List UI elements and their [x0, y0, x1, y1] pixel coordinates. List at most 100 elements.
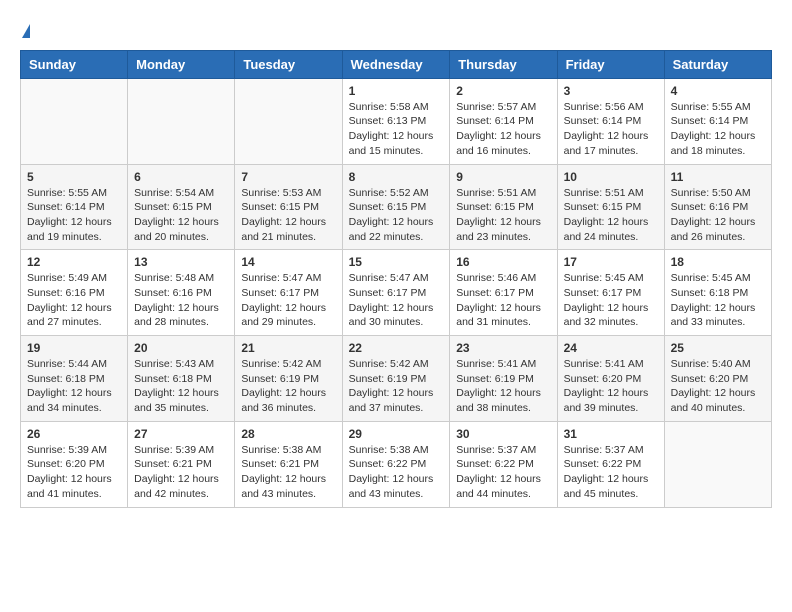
- day-number: 31: [564, 427, 658, 441]
- calendar-cell: 3Sunrise: 5:56 AM Sunset: 6:14 PM Daylig…: [557, 78, 664, 164]
- calendar-cell: 14 Sunrise: 5:47 AM Sunset: 6:17 PM Dayli…: [235, 250, 342, 336]
- day-info: Sunrise: 5:47 AM Sunset: 6:17 PM Dayligh…: [241, 271, 335, 330]
- calendar-cell: 20 Sunrise: 5:43 AM Sunset: 6:18 PM Dayli…: [128, 336, 235, 422]
- day-number: 8: [349, 170, 444, 184]
- day-info: Sunrise: 5:58 AM Sunset: 6:13 PM Dayligh…: [349, 100, 444, 159]
- day-info: Sunrise: 5:39 AM Sunset: 6:21 PM Dayligh…: [134, 443, 228, 502]
- day-info: Sunrise: 5:41 AM Sunset: 6:20 PM Dayligh…: [564, 357, 658, 416]
- day-number: 1: [349, 84, 444, 98]
- calendar-cell: 7 Sunrise: 5:53 AM Sunset: 6:15 PM Daylig…: [235, 164, 342, 250]
- day-number: 7: [241, 170, 335, 184]
- calendar-cell: 8 Sunrise: 5:52 AM Sunset: 6:15 PM Daylig…: [342, 164, 450, 250]
- calendar-cell: 22 Sunrise: 5:42 AM Sunset: 6:19 PM Dayli…: [342, 336, 450, 422]
- calendar-cell: 30Sunrise: 5:37 AM Sunset: 6:22 PM Dayli…: [450, 421, 557, 507]
- day-info: Sunrise: 5:52 AM Sunset: 6:15 PM Dayligh…: [349, 186, 444, 245]
- day-number: 12: [27, 255, 121, 269]
- day-number: 19: [27, 341, 121, 355]
- day-info: Sunrise: 5:57 AM Sunset: 6:14 PM Dayligh…: [456, 100, 550, 159]
- calendar-week-row: 19 Sunrise: 5:44 AM Sunset: 6:18 PM Dayli…: [21, 336, 772, 422]
- calendar-header-sunday: Sunday: [21, 50, 128, 78]
- day-info: Sunrise: 5:42 AM Sunset: 6:19 PM Dayligh…: [241, 357, 335, 416]
- day-number: 22: [349, 341, 444, 355]
- calendar-cell: 23 Sunrise: 5:41 AM Sunset: 6:19 PM Dayli…: [450, 336, 557, 422]
- day-number: 11: [671, 170, 765, 184]
- calendar-cell: [21, 78, 128, 164]
- day-info: Sunrise: 5:45 AM Sunset: 6:17 PM Dayligh…: [564, 271, 658, 330]
- calendar-cell: 19 Sunrise: 5:44 AM Sunset: 6:18 PM Dayli…: [21, 336, 128, 422]
- day-info: Sunrise: 5:43 AM Sunset: 6:18 PM Dayligh…: [134, 357, 228, 416]
- day-number: 5: [27, 170, 121, 184]
- calendar-week-row: 1 Sunrise: 5:58 AM Sunset: 6:13 PM Daylig…: [21, 78, 772, 164]
- calendar-cell: [235, 78, 342, 164]
- day-number: 2: [456, 84, 550, 98]
- day-number: 14: [241, 255, 335, 269]
- calendar-cell: 15 Sunrise: 5:47 AM Sunset: 6:17 PM Dayli…: [342, 250, 450, 336]
- day-number: 6: [134, 170, 228, 184]
- calendar-cell: 1 Sunrise: 5:58 AM Sunset: 6:13 PM Daylig…: [342, 78, 450, 164]
- day-info: Sunrise: 5:38 AM Sunset: 6:21 PM Dayligh…: [241, 443, 335, 502]
- day-info: Sunrise: 5:48 AM Sunset: 6:16 PM Dayligh…: [134, 271, 228, 330]
- day-number: 20: [134, 341, 228, 355]
- day-number: 15: [349, 255, 444, 269]
- calendar-cell: 9 Sunrise: 5:51 AM Sunset: 6:15 PM Daylig…: [450, 164, 557, 250]
- calendar-cell: 12 Sunrise: 5:49 AM Sunset: 6:16 PM Dayli…: [21, 250, 128, 336]
- day-info: Sunrise: 5:55 AM Sunset: 6:14 PM Dayligh…: [671, 100, 765, 159]
- calendar-cell: 5 Sunrise: 5:55 AM Sunset: 6:14 PM Daylig…: [21, 164, 128, 250]
- day-info: Sunrise: 5:41 AM Sunset: 6:19 PM Dayligh…: [456, 357, 550, 416]
- calendar-cell: 17 Sunrise: 5:45 AM Sunset: 6:17 PM Dayli…: [557, 250, 664, 336]
- day-info: Sunrise: 5:51 AM Sunset: 6:15 PM Dayligh…: [456, 186, 550, 245]
- calendar-week-row: 5 Sunrise: 5:55 AM Sunset: 6:14 PM Daylig…: [21, 164, 772, 250]
- calendar-cell: [128, 78, 235, 164]
- day-number: 28: [241, 427, 335, 441]
- day-number: 9: [456, 170, 550, 184]
- day-number: 23: [456, 341, 550, 355]
- calendar-cell: 16 Sunrise: 5:46 AM Sunset: 6:17 PM Dayli…: [450, 250, 557, 336]
- page-header: [20, 20, 772, 40]
- calendar-header-tuesday: Tuesday: [235, 50, 342, 78]
- calendar-week-row: 12 Sunrise: 5:49 AM Sunset: 6:16 PM Dayli…: [21, 250, 772, 336]
- day-info: Sunrise: 5:55 AM Sunset: 6:14 PM Dayligh…: [27, 186, 121, 245]
- day-number: 4: [671, 84, 765, 98]
- calendar-cell: 29Sunrise: 5:38 AM Sunset: 6:22 PM Dayli…: [342, 421, 450, 507]
- day-number: 10: [564, 170, 658, 184]
- day-number: 25: [671, 341, 765, 355]
- day-info: Sunrise: 5:44 AM Sunset: 6:18 PM Dayligh…: [27, 357, 121, 416]
- day-number: 30: [456, 427, 550, 441]
- calendar-header-friday: Friday: [557, 50, 664, 78]
- day-info: Sunrise: 5:46 AM Sunset: 6:17 PM Dayligh…: [456, 271, 550, 330]
- day-info: Sunrise: 5:54 AM Sunset: 6:15 PM Dayligh…: [134, 186, 228, 245]
- day-info: Sunrise: 5:53 AM Sunset: 6:15 PM Dayligh…: [241, 186, 335, 245]
- calendar-cell: 2 Sunrise: 5:57 AM Sunset: 6:14 PM Daylig…: [450, 78, 557, 164]
- day-info: Sunrise: 5:47 AM Sunset: 6:17 PM Dayligh…: [349, 271, 444, 330]
- day-number: 29: [349, 427, 444, 441]
- logo: [20, 20, 30, 40]
- day-info: Sunrise: 5:56 AM Sunset: 6:14 PM Dayligh…: [564, 100, 658, 159]
- day-info: Sunrise: 5:37 AM Sunset: 6:22 PM Dayligh…: [564, 443, 658, 502]
- day-info: Sunrise: 5:42 AM Sunset: 6:19 PM Dayligh…: [349, 357, 444, 416]
- calendar-cell: 4 Sunrise: 5:55 AM Sunset: 6:14 PM Daylig…: [664, 78, 771, 164]
- day-number: 16: [456, 255, 550, 269]
- calendar-cell: 10Sunrise: 5:51 AM Sunset: 6:15 PM Dayli…: [557, 164, 664, 250]
- day-number: 27: [134, 427, 228, 441]
- calendar-table: SundayMondayTuesdayWednesdayThursdayFrid…: [20, 50, 772, 508]
- calendar-cell: 28 Sunrise: 5:38 AM Sunset: 6:21 PM Dayli…: [235, 421, 342, 507]
- calendar-header-thursday: Thursday: [450, 50, 557, 78]
- day-number: 13: [134, 255, 228, 269]
- day-number: 18: [671, 255, 765, 269]
- calendar-cell: [664, 421, 771, 507]
- day-number: 24: [564, 341, 658, 355]
- logo-triangle-icon: [22, 24, 30, 38]
- calendar-week-row: 26Sunrise: 5:39 AM Sunset: 6:20 PM Dayli…: [21, 421, 772, 507]
- day-info: Sunrise: 5:49 AM Sunset: 6:16 PM Dayligh…: [27, 271, 121, 330]
- calendar-cell: 31 Sunrise: 5:37 AM Sunset: 6:22 PM Dayli…: [557, 421, 664, 507]
- calendar-cell: 21 Sunrise: 5:42 AM Sunset: 6:19 PM Dayli…: [235, 336, 342, 422]
- calendar-cell: 6 Sunrise: 5:54 AM Sunset: 6:15 PM Daylig…: [128, 164, 235, 250]
- calendar-header-row: SundayMondayTuesdayWednesdayThursdayFrid…: [21, 50, 772, 78]
- calendar-cell: 27 Sunrise: 5:39 AM Sunset: 6:21 PM Dayli…: [128, 421, 235, 507]
- day-number: 21: [241, 341, 335, 355]
- day-number: 17: [564, 255, 658, 269]
- day-info: Sunrise: 5:50 AM Sunset: 6:16 PM Dayligh…: [671, 186, 765, 245]
- day-info: Sunrise: 5:39 AM Sunset: 6:20 PM Dayligh…: [27, 443, 121, 502]
- calendar-header-monday: Monday: [128, 50, 235, 78]
- day-info: Sunrise: 5:40 AM Sunset: 6:20 PM Dayligh…: [671, 357, 765, 416]
